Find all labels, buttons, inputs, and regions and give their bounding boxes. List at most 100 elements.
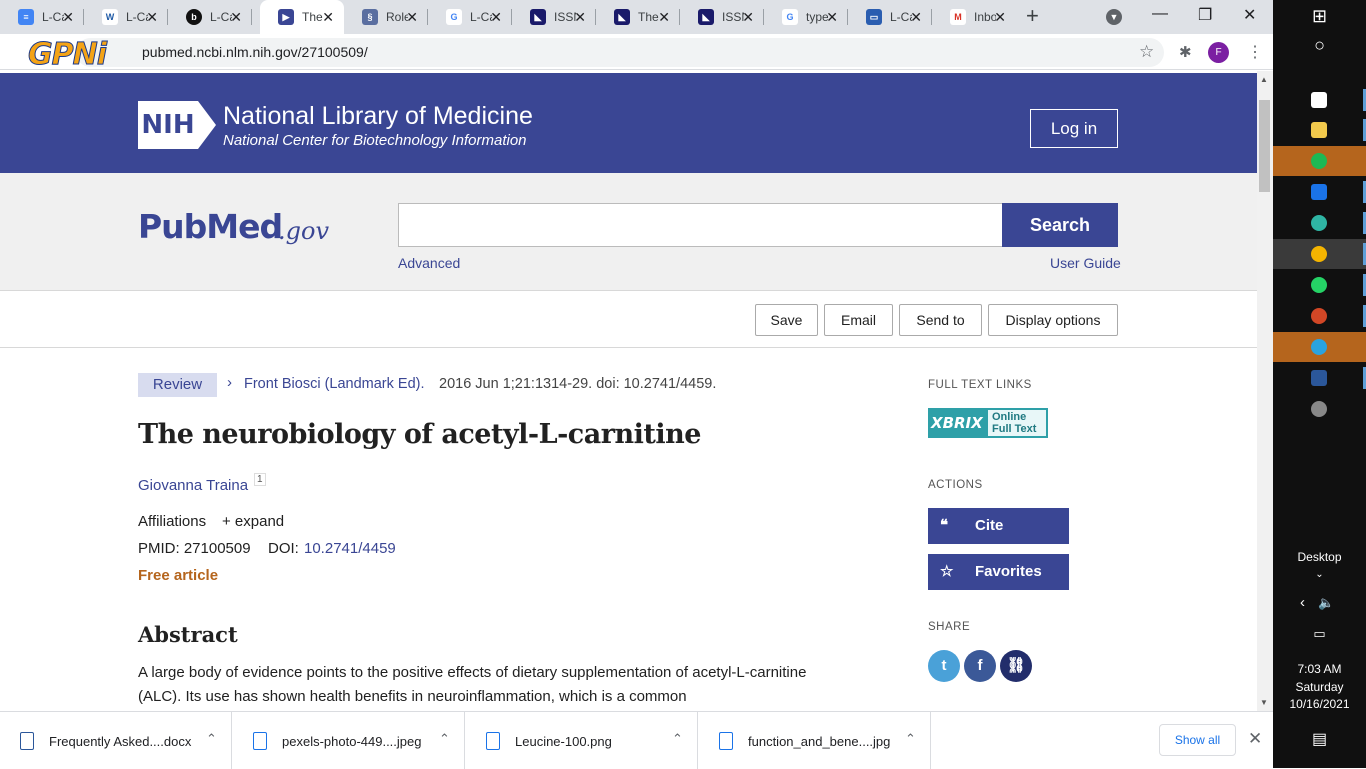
close-icon[interactable]: ✕ — [230, 9, 242, 25]
pubmed-logo[interactable]: PubMed — [138, 207, 283, 246]
browser-tab[interactable]: ◣ The ✕ — [596, 0, 680, 34]
close-icon[interactable]: ✕ — [994, 9, 1006, 25]
tab-search-icon[interactable]: ▼ — [1106, 9, 1122, 25]
whatsapp-taskbar-item[interactable] — [1273, 270, 1366, 300]
search-input[interactable] — [398, 203, 1003, 247]
user-guide-link[interactable]: User Guide — [1050, 255, 1121, 271]
cite-button[interactable]: ❝ Cite — [928, 508, 1069, 544]
online-full-text-label: Online Full Text — [988, 410, 1046, 436]
download-item[interactable]: pexels-photo-449....jpeg ⌃ — [233, 712, 465, 769]
author-link[interactable]: Giovanna Traina — [138, 477, 248, 494]
download-item[interactable]: Frequently Asked....docx ⌃ — [0, 712, 232, 769]
browser-tab[interactable]: WL-Ca✕ — [84, 0, 168, 34]
clock-day[interactable]: Saturday — [1273, 680, 1366, 694]
close-icon[interactable]: ✕ — [742, 9, 754, 25]
mail-taskbar-item[interactable] — [1273, 177, 1366, 207]
article-actions-bar: Save Email Send to Display options — [0, 291, 1257, 348]
windows-start-icon[interactable]: ⊞ — [1273, 6, 1366, 27]
chevron-up-icon[interactable]: ⌃ — [206, 731, 217, 747]
close-icon[interactable]: ✕ — [62, 9, 74, 25]
word-file-icon — [20, 732, 34, 750]
nih-logo[interactable]: NIH — [138, 101, 198, 149]
browser-tab[interactable]: M Inbo ✕ — [932, 0, 1016, 34]
chevron-up-icon[interactable]: ⌃ — [905, 731, 916, 747]
windows-taskbar: ⊞ ○ Desktop ⌄ ‹ 🔈 ▭ 7:03 AM Saturday 10/… — [1273, 0, 1366, 768]
close-icon[interactable]: ✕ — [574, 9, 586, 25]
close-icon[interactable]: ✕ — [406, 9, 418, 25]
window-close-icon[interactable]: ✕ — [1243, 5, 1256, 25]
chevron-up-icon[interactable]: ⌃ — [672, 731, 683, 747]
bookmark-star-icon[interactable]: ☆ — [1139, 42, 1154, 62]
browser-tab[interactable]: GL-Ca✕ — [428, 0, 512, 34]
browser-tab[interactable]: ◣ISSN✕ — [680, 0, 764, 34]
extensions-icon[interactable]: ✱ — [1179, 43, 1192, 61]
close-icon[interactable]: ✕ — [826, 9, 838, 25]
edge-taskbar-item[interactable] — [1273, 208, 1366, 238]
advanced-search-link[interactable]: Advanced — [398, 255, 460, 271]
chevron-down-icon[interactable]: ⌄ — [1273, 569, 1366, 580]
telegram-taskbar-item[interactable] — [1273, 332, 1366, 362]
powerpoint-taskbar-item[interactable] — [1273, 301, 1366, 331]
send-to-button[interactable]: Send to — [899, 304, 982, 336]
close-icon[interactable]: ✕ — [146, 9, 158, 25]
search-button[interactable]: Search — [1002, 203, 1118, 247]
facebook-icon[interactable]: f — [964, 650, 996, 682]
show-all-downloads-button[interactable]: Show all — [1159, 724, 1236, 756]
scrollbar-thumb[interactable] — [1259, 100, 1270, 192]
browser-tab[interactable]: bL-Ca✕ — [168, 0, 252, 34]
minimize-icon[interactable]: — — [1152, 5, 1168, 23]
desktop-toolbar-label[interactable]: Desktop — [1273, 550, 1366, 564]
affiliation-number[interactable]: 1 — [254, 473, 266, 486]
chevron-up-icon[interactable]: ⌃ — [439, 731, 450, 747]
mail-icon — [1311, 184, 1327, 200]
chevron-right-icon: › — [227, 374, 232, 391]
gpni-logo: GPNi — [27, 37, 107, 73]
new-tab-button[interactable]: + — [1026, 5, 1039, 27]
nlm-title[interactable]: National Library of Medicine — [223, 102, 533, 131]
download-item[interactable]: Leucine-100.png ⌃ — [466, 712, 698, 769]
share-heading: SHARE — [928, 621, 971, 633]
clock-time[interactable]: 7:03 AM — [1273, 662, 1366, 676]
browser-tab[interactable]: Gtype ✕ — [764, 0, 848, 34]
permalink-icon[interactable]: ⛓ — [1000, 650, 1032, 682]
word-taskbar-item[interactable] — [1273, 363, 1366, 393]
spotify-taskbar-item[interactable] — [1273, 146, 1366, 176]
close-downloads-icon[interactable]: ✕ — [1248, 729, 1262, 749]
folder-icon — [1311, 122, 1327, 138]
twitter-icon[interactable]: t — [928, 650, 960, 682]
keyboard-icon[interactable]: ▭ — [1273, 626, 1366, 642]
browser-tab[interactable]: ▭L-Ca✕ — [848, 0, 932, 34]
expand-affiliations-button[interactable]: + expand — [222, 513, 284, 530]
email-button[interactable]: Email — [824, 304, 893, 336]
clock-date[interactable]: 10/16/2021 — [1273, 697, 1366, 711]
volume-icon[interactable]: 🔈 — [1280, 595, 1366, 611]
close-icon[interactable]: ✕ — [322, 9, 334, 25]
store-taskbar-item[interactable] — [1273, 85, 1366, 115]
browser-tab[interactable]: ◣ISSN✕ — [512, 0, 596, 34]
journal-link[interactable]: Front Biosci (Landmark Ed). — [244, 376, 425, 392]
download-item[interactable]: function_and_bene....jpg ⌃ — [699, 712, 931, 769]
browser-tab-active[interactable]: ▶ The ✕ — [260, 0, 344, 34]
close-icon[interactable]: ✕ — [910, 9, 922, 25]
close-icon[interactable]: ✕ — [490, 9, 502, 25]
favorites-button[interactable]: ☆ Favorites — [928, 554, 1069, 590]
notifications-icon[interactable]: ▤ — [1273, 729, 1366, 749]
cortana-icon[interactable]: ○ — [1273, 35, 1366, 56]
url-text[interactable]: pubmed.ncbi.nlm.nih.gov/27100509/ — [142, 44, 368, 60]
chrome-taskbar-item[interactable] — [1273, 239, 1366, 269]
pmid-text: PMID: 27100509 — [138, 540, 251, 557]
login-button[interactable]: Log in — [1030, 109, 1118, 148]
browser-menu-icon[interactable]: ⋮ — [1247, 42, 1263, 62]
scroll-down-icon[interactable]: ▼ — [1260, 698, 1268, 707]
doi-link[interactable]: 10.2741/4459 — [304, 540, 396, 557]
restore-icon[interactable]: ❐ — [1198, 5, 1212, 25]
explorer-taskbar-item[interactable] — [1273, 115, 1366, 145]
profile-avatar[interactable]: F — [1208, 42, 1229, 63]
browser-tab[interactable]: § Role ✕ — [344, 0, 428, 34]
scroll-up-icon[interactable]: ▲ — [1260, 75, 1268, 84]
browser-tab[interactable]: ≡L-Ca✕ — [0, 0, 84, 34]
display-options-button[interactable]: Display options — [988, 304, 1118, 336]
save-button[interactable]: Save — [755, 304, 818, 336]
close-icon[interactable]: ✕ — [658, 9, 670, 25]
media-taskbar-item[interactable] — [1273, 394, 1366, 424]
